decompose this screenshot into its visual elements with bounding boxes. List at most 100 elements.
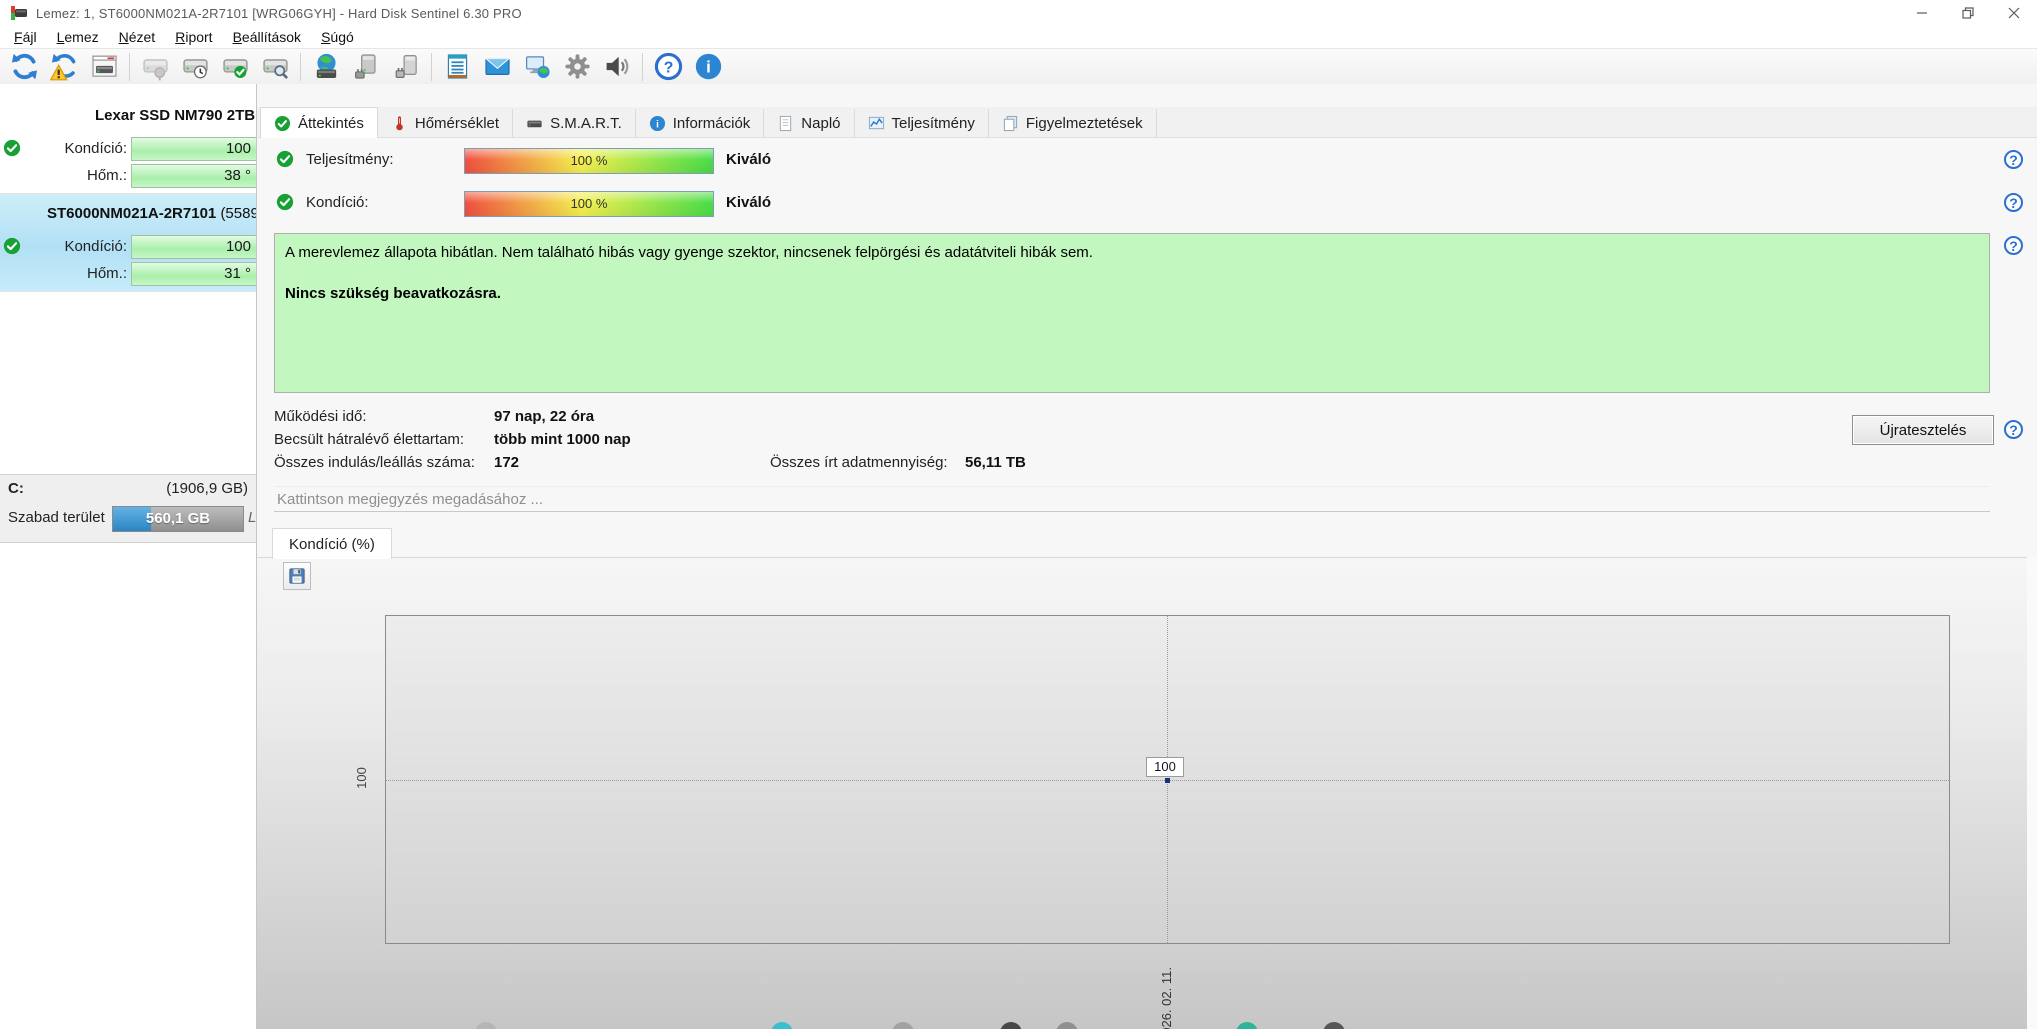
main-tabstrip: Áttekintés Hőmérséklet S.M.A.R.T. i Info…	[257, 107, 2037, 138]
window-title: Lemez: 1, ST6000NM021A-2R7101 [WRG06GYH]…	[36, 5, 522, 21]
drive-letter: C:	[8, 480, 24, 497]
ok-check-icon	[276, 193, 294, 211]
retest-button[interactable]: Újratesztelés	[1852, 415, 1994, 445]
disk-report-window-button[interactable]	[84, 51, 124, 83]
ok-check-icon	[276, 150, 294, 168]
tab-label: Áttekintés	[298, 114, 364, 132]
refresh-icon	[11, 53, 37, 80]
help-icon: ?	[654, 52, 682, 81]
tab-label: Teljesítmény	[891, 114, 975, 132]
restore-icon	[1962, 7, 1974, 19]
disk-ok-icon	[222, 59, 248, 78]
tab-label: Figyelmeztetések	[1025, 114, 1143, 132]
tab-teljesitmeny[interactable]: Teljesítmény	[854, 109, 989, 137]
help-icon[interactable]: ?	[2004, 193, 2023, 212]
total-written-label: Összes írt adatmennyiség:	[770, 454, 948, 471]
analyse-warning-button[interactable]	[44, 51, 84, 83]
disk-connect-button[interactable]	[346, 51, 386, 83]
disk-condition-row: Kondíció: 100	[0, 136, 256, 162]
restore-button[interactable]	[1945, 0, 1991, 26]
window-controls	[1899, 0, 2037, 26]
condition-bar: 100 %	[464, 191, 714, 217]
disk-size-text: (5589	[220, 205, 257, 222]
disk-locate-button[interactable]	[135, 51, 175, 83]
condition-percent: 100 %	[570, 196, 608, 211]
menu-beallitasok[interactable]: Beállítások	[223, 28, 312, 46]
toolbar-separator	[431, 52, 432, 81]
close-button[interactable]	[1991, 0, 2037, 26]
condition-history-plot: 100	[385, 615, 1950, 944]
help-glyph: ?	[663, 60, 673, 77]
settings-button[interactable]	[557, 51, 597, 83]
disk-search-button[interactable]	[255, 51, 295, 83]
temperature-label: Hőm.:	[86, 167, 127, 184]
tab-homerseklet[interactable]: Hőmérséklet	[377, 109, 514, 137]
help-icon[interactable]: ?	[2004, 236, 2023, 255]
help-icon[interactable]: ?	[2004, 420, 2023, 439]
help-button[interactable]: ?	[648, 51, 688, 83]
disk-schedule-button[interactable]	[175, 51, 215, 83]
remote-monitor-button[interactable]	[517, 51, 557, 83]
toolbar-separator	[129, 52, 130, 81]
menu-sugo[interactable]: Súgó	[311, 28, 364, 46]
tab-attekintes[interactable]: Áttekintés	[260, 107, 378, 138]
partition-overflow-text: L	[248, 509, 257, 526]
menu-nezet[interactable]: Nézet	[109, 28, 166, 46]
condition-rating: Kiváló	[726, 194, 772, 211]
toolbar-separator	[300, 52, 301, 81]
condition-bar: 100	[131, 137, 256, 161]
disk-ok-button[interactable]	[215, 51, 255, 83]
disk-name-text: Lexar SSD NM790 2TB	[95, 107, 256, 124]
lifetime-label: Becsült hátralévő élettartam:	[274, 431, 465, 448]
help-icon[interactable]: ?	[2004, 150, 2023, 169]
analyse-warning-icon	[49, 53, 75, 81]
sounds-speaker-icon	[606, 56, 628, 77]
performance-rating: Kiváló	[726, 151, 772, 168]
condition-chart-panel: 100	[257, 557, 2027, 1029]
menu-riport[interactable]: Riport	[165, 28, 222, 46]
disk-item-lexar[interactable]: Lexar SSD NM790 2TB (1907,7 Kondíció: 10…	[0, 96, 256, 194]
email-button[interactable]	[477, 51, 517, 83]
toolbar-separator	[642, 52, 643, 81]
info-glyph: i	[706, 58, 711, 77]
partition-info[interactable]: C: (1906,9 GB) Szabad terület 560,1 GB L	[0, 474, 256, 543]
info-circle-icon: i	[649, 115, 665, 131]
help-glyph: ?	[2009, 151, 2018, 168]
disk-item-seagate-selected[interactable]: ST6000NM021A-2R7101 (5589 Kondíció: 100 …	[0, 194, 256, 292]
condition-value: 100	[225, 238, 251, 255]
network-disk-button[interactable]	[306, 51, 346, 83]
notes-button[interactable]	[437, 51, 477, 83]
check-circle-icon	[274, 115, 291, 131]
temperature-value: 38 °	[224, 167, 251, 184]
save-chart-button[interactable]	[283, 562, 311, 590]
disk-remove-button[interactable]	[386, 51, 426, 83]
y-axis-tick: 100	[353, 767, 369, 789]
menu-fajl[interactable]: Fájl	[4, 28, 47, 46]
tab-smart[interactable]: S.M.A.R.T.	[513, 109, 636, 137]
performance-label: Teljesítmény:	[306, 151, 394, 168]
info-glyph: i	[656, 119, 659, 130]
minimize-icon	[1917, 12, 1927, 14]
temperature-label: Hőm.:	[86, 265, 127, 282]
performance-bar: 100 %	[464, 148, 714, 174]
status-message-box: A merevlemez állapota hibátlan. Nem talá…	[274, 233, 1990, 393]
thermometer-icon	[396, 115, 403, 130]
poweron-time-value: 97 nap, 22 óra	[494, 408, 595, 425]
remote-monitor-icon	[525, 56, 550, 78]
minimize-button[interactable]	[1899, 0, 1945, 26]
tab-figyelmeztetesek[interactable]: Figyelmeztetések	[988, 109, 1157, 137]
sounds-button[interactable]	[597, 51, 637, 83]
help-glyph: ?	[2009, 421, 2018, 438]
free-space-bar: 560,1 GB	[112, 506, 244, 532]
info-button[interactable]: i	[688, 51, 728, 83]
chart-tab-kondicio[interactable]: Kondíció (%)	[272, 528, 392, 559]
temperature-bar: 38 °	[131, 164, 256, 188]
temperature-bar: 31 °	[131, 262, 256, 286]
menu-lemez[interactable]: Lemez	[47, 28, 109, 46]
tab-informaciok[interactable]: i Információk	[635, 109, 765, 137]
comment-field[interactable]: Kattintson megjegyzés megadásához ...	[274, 486, 1990, 512]
tab-naplo[interactable]: Napló	[764, 109, 855, 137]
performance-percent: 100 %	[570, 153, 608, 168]
refresh-button[interactable]	[4, 51, 44, 83]
temperature-value: 31 °	[224, 265, 251, 282]
